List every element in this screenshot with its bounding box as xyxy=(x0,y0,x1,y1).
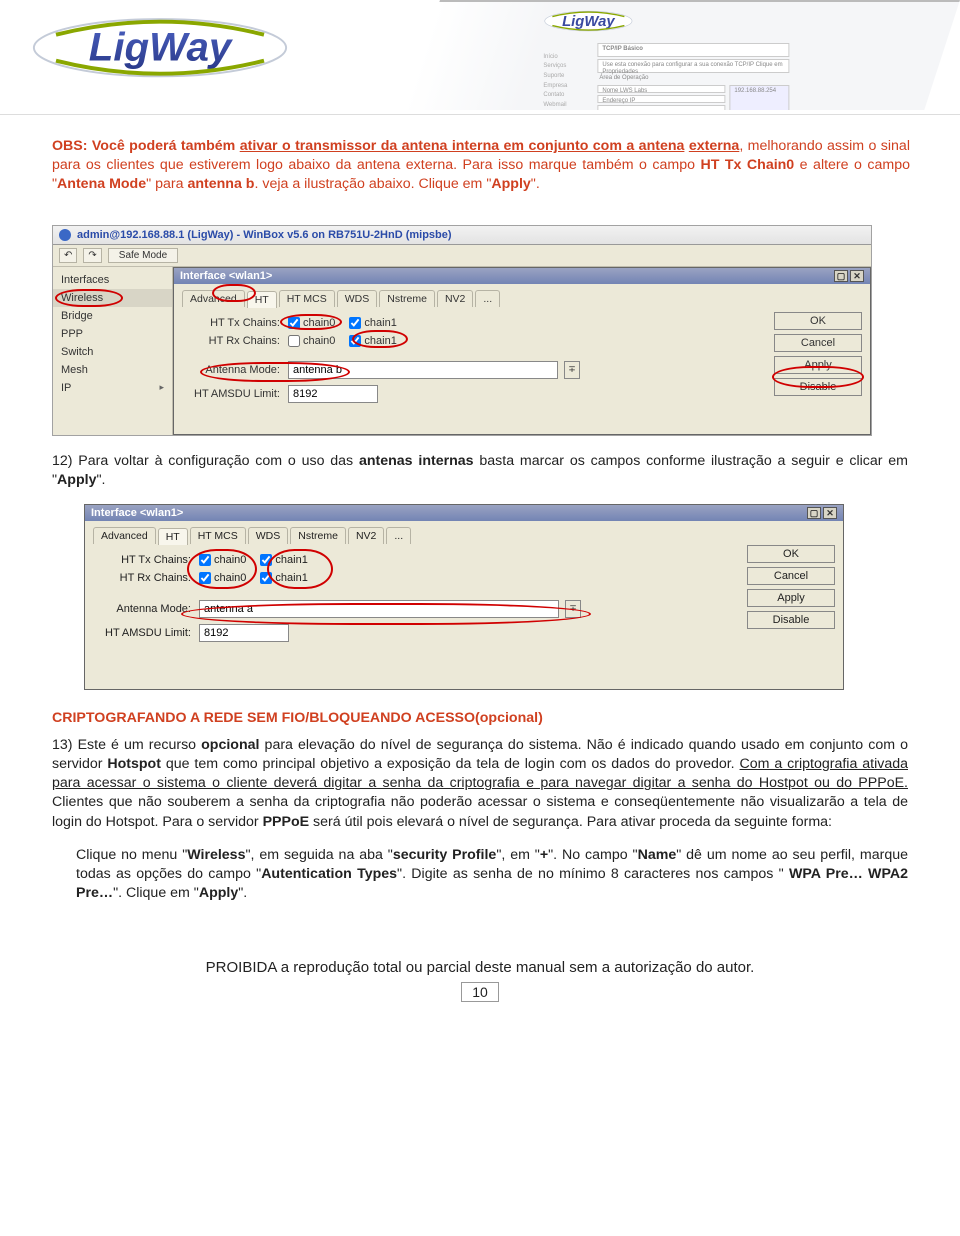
close-icon[interactable]: ✕ xyxy=(850,270,864,282)
antenna-dropdown-button[interactable]: ∓ xyxy=(564,361,580,379)
dialog-title: Interface <wlan1> xyxy=(180,270,272,282)
amsdu-row2: HT AMSDU Limit: xyxy=(93,624,835,642)
mini-title: TCP/IP Básico xyxy=(597,43,789,57)
tx-chain0-checkbox[interactable]: chain0 xyxy=(288,317,335,329)
ligway-logo: LigWay xyxy=(30,10,290,82)
ht-rx-chains-row2: HT Rx Chains: chain0 chain1 xyxy=(93,572,835,584)
ht-rx-chains-row: HT Rx Chains: chain0 chain1 xyxy=(182,335,862,347)
antenna-mode-field[interactable] xyxy=(288,361,558,379)
rx-chain1-checkbox[interactable]: chain1 xyxy=(349,335,396,347)
winbox-screenshot-1: admin@192.168.88.1 (LigWay) - WinBox v5.… xyxy=(52,225,872,436)
winbox-toolbar: ↶ ↷ Safe Mode xyxy=(53,245,871,267)
dialog2-titlebar: Interface <wlan1> ▢ ✕ xyxy=(85,505,843,521)
svg-text:LigWay: LigWay xyxy=(562,14,615,30)
rx-chain1-checkbox[interactable]: chain1 xyxy=(260,572,307,584)
amsdu-row: HT AMSDU Limit: xyxy=(182,385,862,403)
sidebar-item-mesh[interactable]: Mesh xyxy=(53,361,172,379)
step-12: 12) Para voltar à configuração com o uso… xyxy=(0,452,960,490)
dialog2-actions: OK Cancel Apply Disable xyxy=(747,545,835,629)
antenna-mode-row2: Antenna Mode: ∓ xyxy=(93,600,835,618)
tx-chain0-checkbox[interactable]: chain0 xyxy=(199,554,246,566)
tab-nv2[interactable]: NV2 xyxy=(437,290,473,307)
dialog-titlebar: Interface <wlan1> ▢ ✕ xyxy=(174,268,870,284)
section-title-criptografando: CRIPTOGRAFANDO A REDE SEM FIO/BLOQUEANDO… xyxy=(0,710,960,726)
apply-button[interactable]: Apply xyxy=(747,589,835,607)
cancel-button[interactable]: Cancel xyxy=(774,334,862,352)
tab-htmcs[interactable]: HT MCS xyxy=(279,290,335,307)
tab-nv2[interactable]: NV2 xyxy=(348,527,384,544)
tab-advanced[interactable]: Advanced xyxy=(182,290,245,307)
cancel-button[interactable]: Cancel xyxy=(747,567,835,585)
ligway-mini-logo: LigWay xyxy=(543,8,633,33)
ht-tx-chains-row: HT Tx Chains: chain0 chain1 xyxy=(182,317,862,329)
header-preview-panel: LigWay Início Serviços Suporte Empresa C… xyxy=(404,0,960,110)
tab-advanced[interactable]: Advanced xyxy=(93,527,156,544)
tx-chain1-checkbox[interactable]: chain1 xyxy=(260,554,307,566)
interface-dialog: Interface <wlan1> ▢ ✕ Advanced HT HT MCS… xyxy=(173,267,871,435)
tx-chain1-checkbox[interactable]: chain1 xyxy=(349,317,396,329)
rx-chain0-checkbox[interactable]: chain0 xyxy=(288,335,335,347)
sidebar-item-wireless[interactable]: Wireless xyxy=(53,289,172,307)
ok-button[interactable]: OK xyxy=(747,545,835,563)
winbox-screenshot-2: Interface <wlan1> ▢ ✕ Advanced HT HT MCS… xyxy=(84,504,844,690)
undo-button[interactable]: ↶ xyxy=(59,248,77,263)
svg-text:LigWay: LigWay xyxy=(89,25,234,70)
ht-tx-chains-row2: HT Tx Chains: chain0 chain1 xyxy=(93,554,835,566)
antenna-dropdown-button[interactable]: ∓ xyxy=(565,600,581,618)
winbox-sidebar: Interfaces Wireless Bridge PPP Switch Me… xyxy=(53,267,173,435)
dialog2-title: Interface <wlan1> xyxy=(91,507,183,519)
sidebar-item-bridge[interactable]: Bridge xyxy=(53,307,172,325)
tab-wds[interactable]: WDS xyxy=(248,527,289,544)
redo-button[interactable]: ↷ xyxy=(83,248,101,263)
tab-nstreme[interactable]: Nstreme xyxy=(379,290,435,307)
sidebar-item-ppp[interactable]: PPP xyxy=(53,325,172,343)
close-icon[interactable]: ✕ xyxy=(823,507,837,519)
antenna-mode-row: Antenna Mode: ∓ xyxy=(182,361,862,379)
sidebar-item-ip[interactable]: IP ▸ xyxy=(53,379,172,397)
footer-note: PROIBIDA a reprodução total ou parcial d… xyxy=(0,917,960,976)
tab-htmcs[interactable]: HT MCS xyxy=(190,527,246,544)
disable-button[interactable]: Disable xyxy=(747,611,835,629)
disable-button[interactable]: Disable xyxy=(774,378,862,396)
winbox-titlebar: admin@192.168.88.1 (LigWay) - WinBox v5.… xyxy=(53,226,871,245)
tab-more[interactable]: ... xyxy=(475,290,500,307)
dialog-actions: OK Cancel Apply Disable xyxy=(774,312,862,396)
mini-side-menu: Início Serviços Suporte Empresa Contato … xyxy=(543,39,593,110)
ok-button[interactable]: OK xyxy=(774,312,862,330)
app-icon xyxy=(59,229,71,241)
logo-main: LigWay xyxy=(0,0,290,85)
tab-ht[interactable]: HT xyxy=(247,291,277,308)
amsdu-field[interactable] xyxy=(288,385,378,403)
page-number: 10 xyxy=(0,982,960,1002)
tab-wds[interactable]: WDS xyxy=(337,290,378,307)
amsdu-field[interactable] xyxy=(199,624,289,642)
page-header: LigWay LigWay Início Serviços Suporte Em… xyxy=(0,0,960,115)
minimize-icon[interactable]: ▢ xyxy=(834,270,848,282)
tab-more[interactable]: ... xyxy=(386,527,411,544)
sidebar-item-interfaces[interactable]: Interfaces xyxy=(53,271,172,289)
step-13: 13) Este é um recurso opcional para elev… xyxy=(0,736,960,903)
tab-ht[interactable]: HT xyxy=(158,528,188,545)
rx-chain0-checkbox[interactable]: chain0 xyxy=(199,572,246,584)
obs-paragraph: OBS: Você poderá também ativar o transmi… xyxy=(0,115,960,219)
dialog-tabs: Advanced HT HT MCS WDS Nstreme NV2 ... xyxy=(182,290,862,307)
antenna-mode-field[interactable] xyxy=(199,600,559,618)
mini-caption: Área de Operação xyxy=(597,75,789,81)
minimize-icon[interactable]: ▢ xyxy=(807,507,821,519)
sidebar-item-switch[interactable]: Switch xyxy=(53,343,172,361)
winbox-title: admin@192.168.88.1 (LigWay) - WinBox v5.… xyxy=(77,229,452,241)
apply-button[interactable]: Apply xyxy=(774,356,862,374)
dialog2-tabs: Advanced HT HT MCS WDS Nstreme NV2 ... xyxy=(93,527,835,544)
safe-mode-button[interactable]: Safe Mode xyxy=(108,248,178,263)
mini-desc: Use esta conexão para configurar a sua c… xyxy=(597,59,789,73)
chevron-right-icon: ▸ xyxy=(159,382,164,393)
tab-nstreme[interactable]: Nstreme xyxy=(290,527,346,544)
